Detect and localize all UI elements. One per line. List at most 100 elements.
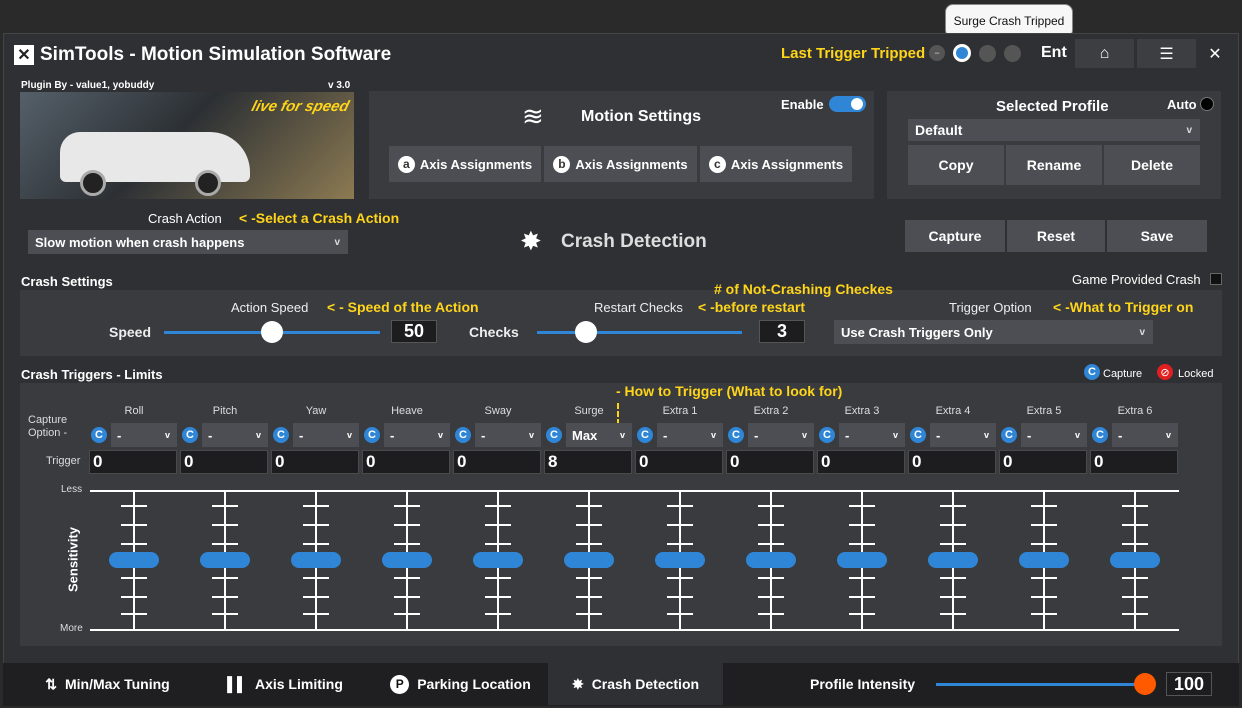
axis-assignments-a-button[interactable]: a Axis Assignments — [389, 146, 541, 182]
app-title: ✕ SimTools - Motion Simulation Software — [14, 44, 391, 66]
pencil-icon[interactable] — [979, 45, 996, 62]
sensitivity-tick — [485, 577, 511, 579]
reset-button[interactable]: Reset — [1007, 220, 1105, 252]
sensitivity-handle[interactable] — [200, 552, 250, 568]
power-icon[interactable] — [1004, 45, 1021, 62]
axis-assignments-c-button[interactable]: c Axis Assignments — [700, 146, 852, 182]
trigger-input[interactable]: 8 — [544, 450, 632, 474]
rename-button[interactable]: Rename — [1006, 145, 1102, 185]
sensitivity-handle[interactable] — [473, 552, 523, 568]
capture-option-select[interactable]: -v — [293, 423, 359, 447]
sensitivity-handle[interactable] — [1019, 552, 1069, 568]
trigger-option-dropdown[interactable]: Use Crash Triggers Only v — [834, 320, 1153, 344]
sensitivity-tick — [1031, 505, 1057, 507]
menu-button[interactable]: ☰ — [1137, 39, 1196, 68]
minus-circle-icon[interactable]: − — [929, 45, 945, 61]
trigger-input[interactable]: 0 — [1090, 450, 1178, 474]
capture-icon[interactable]: C — [1001, 427, 1017, 443]
tab-axis-limiting[interactable]: ▌▌ Axis Limiting — [215, 663, 355, 705]
checks-slider[interactable] — [537, 331, 742, 334]
ent-label[interactable]: Ent — [1041, 44, 1067, 62]
capture-option-select[interactable]: -v — [839, 423, 905, 447]
sensitivity-handle[interactable] — [655, 552, 705, 568]
sensitivity-handle[interactable] — [746, 552, 796, 568]
enable-toggle[interactable] — [829, 96, 866, 112]
trigger-input[interactable]: 0 — [635, 450, 723, 474]
trigger-input[interactable]: 0 — [180, 450, 268, 474]
crash-action-dropdown[interactable]: Slow motion when crash happens v — [28, 230, 348, 254]
sensitivity-tick — [940, 505, 966, 507]
tab-min-max-tuning[interactable]: ⇅ Min/Max Tuning — [30, 663, 185, 705]
profile-intensity-value[interactable]: 100 — [1166, 672, 1212, 696]
tab-parking-location[interactable]: P Parking Location — [378, 663, 543, 705]
capture-icon[interactable]: C — [273, 427, 289, 443]
capture-option-select[interactable]: -v — [930, 423, 996, 447]
sensitivity-handle[interactable] — [837, 552, 887, 568]
delete-button[interactable]: Delete — [1104, 145, 1200, 185]
capture-icon[interactable]: C — [364, 427, 380, 443]
trigger-input[interactable]: 0 — [453, 450, 541, 474]
capture-icon[interactable]: C — [455, 427, 471, 443]
capture-option-select[interactable]: -v — [1021, 423, 1087, 447]
profile-intensity-slider[interactable] — [936, 683, 1144, 686]
game-provided-checkbox[interactable] — [1210, 273, 1222, 285]
capture-icon[interactable]: C — [91, 427, 107, 443]
sensitivity-handle[interactable] — [564, 552, 614, 568]
capture-icon[interactable]: C — [910, 427, 926, 443]
tab-label: Min/Max Tuning — [65, 676, 170, 692]
capture-icon[interactable]: C — [546, 427, 562, 443]
axis-assignments-b-button[interactable]: b Axis Assignments — [544, 146, 697, 182]
capture-option-select[interactable]: -v — [202, 423, 268, 447]
sensitivity-tick — [303, 505, 329, 507]
capture-option-select[interactable]: -v — [657, 423, 723, 447]
crash-burst-icon: ✸ — [571, 675, 584, 692]
capture-icon[interactable]: C — [182, 427, 198, 443]
trigger-input[interactable]: 0 — [271, 450, 359, 474]
speed-slider-knob[interactable] — [261, 321, 283, 343]
sensitivity-tick — [394, 543, 420, 545]
sensitivity-handle[interactable] — [109, 552, 159, 568]
capture-icon[interactable]: C — [819, 427, 835, 443]
capture-option-select[interactable]: -v — [1112, 423, 1178, 447]
chevron-down-icon: v — [437, 430, 443, 440]
profile-dropdown[interactable]: Default v — [908, 119, 1200, 141]
sensitivity-handle[interactable] — [382, 552, 432, 568]
trigger-input[interactable]: 0 — [908, 450, 996, 474]
speed-value[interactable]: 50 — [391, 320, 437, 343]
axis-name: Heave — [391, 405, 423, 417]
auto-radio[interactable] — [1200, 97, 1214, 111]
chevron-down-icon: v — [710, 430, 716, 440]
home-button[interactable]: ⌂ — [1075, 39, 1134, 68]
copy-button[interactable]: Copy — [908, 145, 1004, 185]
capture-option-select[interactable]: -v — [748, 423, 814, 447]
trigger-input[interactable]: 0 — [89, 450, 177, 474]
capture-option-select[interactable]: -v — [475, 423, 541, 447]
less-label: Less — [61, 484, 83, 495]
game-provided-label: Game Provided Crash — [1072, 272, 1201, 287]
tab-crash-detection[interactable]: ✸ Crash Detection — [548, 663, 723, 705]
capture-option-select[interactable]: -v — [384, 423, 450, 447]
sensitivity-handle[interactable] — [928, 552, 978, 568]
save-button[interactable]: Save — [1107, 220, 1207, 252]
sensitivity-tick — [758, 505, 784, 507]
capture-icon[interactable]: C — [637, 427, 653, 443]
sensitivity-tick — [394, 613, 420, 615]
profile-intensity-knob[interactable] — [1134, 673, 1156, 695]
crash-action-hint: < -Select a Crash Action — [239, 210, 400, 226]
sensitivity-handle[interactable] — [1110, 552, 1160, 568]
capture-button[interactable]: Capture — [905, 220, 1005, 252]
capture-icon[interactable]: C — [728, 427, 744, 443]
trigger-input[interactable]: 0 — [817, 450, 905, 474]
app-title-text: SimTools - Motion Simulation Software — [40, 44, 392, 65]
capture-icon[interactable]: C — [1092, 427, 1108, 443]
checks-value[interactable]: 3 — [759, 320, 805, 343]
trigger-input[interactable]: 0 — [999, 450, 1087, 474]
trigger-input[interactable]: 0 — [726, 450, 814, 474]
sensitivity-handle[interactable] — [291, 552, 341, 568]
trigger-input[interactable]: 0 — [362, 450, 450, 474]
crash-status-icon[interactable] — [953, 44, 971, 62]
capture-option-select[interactable]: Max v — [566, 423, 632, 447]
close-button[interactable]: ✕ — [1199, 39, 1231, 68]
sensitivity-tick — [121, 505, 147, 507]
capture-option-select[interactable]: -v — [111, 423, 177, 447]
